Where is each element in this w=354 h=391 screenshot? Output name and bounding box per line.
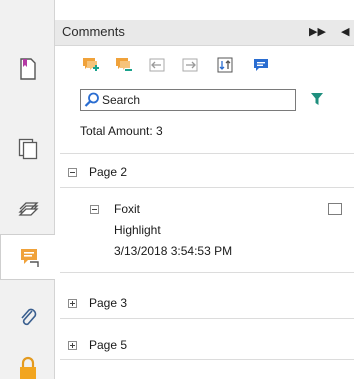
sidebar-attachments-button[interactable] [0, 294, 55, 340]
page-label: Page 5 [89, 338, 128, 352]
comment-checkbox[interactable] [328, 203, 342, 215]
total-amount: Total Amount: 3 [80, 124, 163, 138]
sidebar-bookmark-button[interactable] [0, 46, 55, 92]
expand-toggle-icon[interactable] [68, 341, 77, 350]
filter-button[interactable] [310, 92, 324, 109]
collapse-toggle-icon[interactable] [90, 205, 99, 214]
expand-all-button[interactable] [80, 54, 102, 76]
sidebar-layers-button[interactable] [0, 186, 55, 232]
sort-comments-icon [217, 57, 233, 73]
comments-panel: Comments ▶▶ ◀ Search Total Amount: 3 Pag… [55, 0, 354, 379]
collapse-panel-icon[interactable]: ◀ [341, 25, 349, 38]
expand-toggle-icon[interactable] [68, 299, 77, 308]
comments-icon [20, 249, 39, 267]
filter-icon [311, 93, 323, 105]
import-comments-icon [149, 58, 165, 72]
page-label: Page 3 [89, 296, 128, 310]
sidebar-pages-button[interactable] [0, 126, 55, 172]
collapse-all-comments-icon [116, 58, 132, 71]
comment-note-button[interactable] [250, 54, 272, 76]
sidebar-comments-button[interactable] [0, 234, 56, 280]
security-lock-icon [19, 356, 36, 379]
export-comments-icon [182, 58, 198, 72]
divider [60, 272, 354, 273]
page-label: Page 2 [89, 165, 128, 179]
search-box[interactable]: Search [80, 89, 296, 111]
export-button[interactable] [179, 54, 201, 76]
comment-type: Highlight [114, 223, 161, 237]
collapse-toggle-icon[interactable] [68, 168, 77, 177]
sidebar-security-button[interactable] [0, 345, 55, 391]
divider [60, 187, 354, 188]
comment-date: 3/13/2018 3:54:53 PM [114, 244, 233, 258]
navigation-sidebar [0, 0, 56, 379]
layers-icon [17, 202, 39, 216]
comment-note-icon [254, 59, 268, 71]
pages-icon [18, 138, 37, 160]
divider [60, 359, 354, 360]
panel-header: Comments ▶▶ ◀ [55, 20, 354, 46]
expand-panel-icon[interactable]: ▶▶ [309, 25, 326, 38]
attachments-icon [20, 308, 36, 326]
page-bookmark-icon [19, 58, 36, 80]
import-button[interactable] [146, 54, 168, 76]
search-label: Search [102, 93, 141, 107]
divider [60, 318, 354, 319]
comments-toolbar [80, 54, 350, 78]
sort-button[interactable] [214, 54, 236, 76]
divider [60, 153, 354, 154]
comment-author: Foxit [114, 202, 141, 216]
collapse-all-button[interactable] [113, 54, 135, 76]
search-icon [84, 92, 99, 107]
expand-all-comments-icon [83, 58, 99, 71]
panel-title: Comments [62, 24, 125, 39]
sidebar-top-blank [0, 0, 55, 36]
